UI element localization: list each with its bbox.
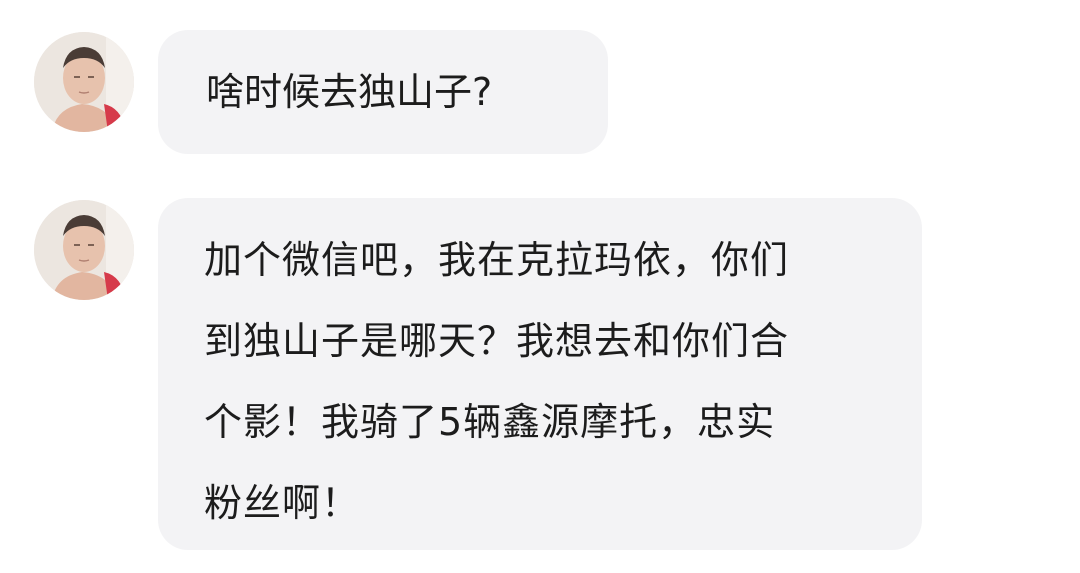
message-text-line: 粉丝啊！ <box>204 481 361 525</box>
message-bubble[interactable]: 啥时候去独山子? <box>158 30 608 154</box>
message-text-line: 加个微信吧，我在克拉玛依，你们 <box>204 238 790 282</box>
message-bubble[interactable]: 加个微信吧，我在克拉玛依，你们 到独山子是哪天？我想去和你们合 个影！我骑了5辆… <box>158 198 922 550</box>
avatar-photo <box>34 200 134 300</box>
user-avatar-icon[interactable] <box>34 32 134 132</box>
user-avatar-icon[interactable] <box>34 200 134 300</box>
message-text: 啥时候去独山子? <box>206 70 493 114</box>
message-text-line: 到独山子是哪天？我想去和你们合 <box>204 319 790 363</box>
avatar-photo <box>34 32 134 132</box>
message-text-line: 个影！我骑了5辆鑫源摩托，忠实 <box>204 400 776 444</box>
